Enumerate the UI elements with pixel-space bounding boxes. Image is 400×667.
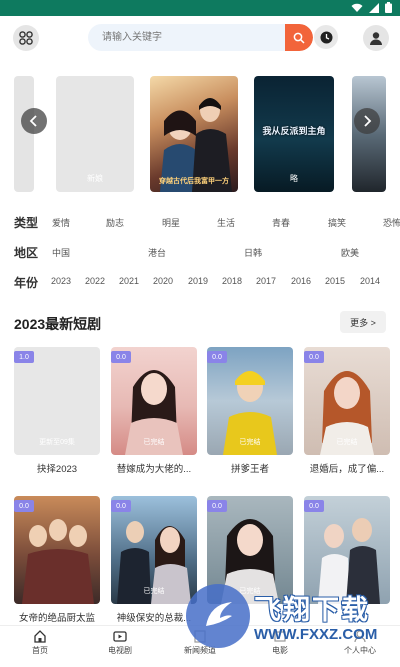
nav-home[interactable]: 首页 xyxy=(10,629,70,656)
top-bar xyxy=(0,16,400,60)
drama-card[interactable]: 0.0 已完结 拼爹王者 xyxy=(207,347,293,475)
carousel-next-button[interactable] xyxy=(354,108,380,134)
filter-option[interactable]: 生活 xyxy=(217,216,235,229)
search-icon xyxy=(293,32,305,44)
signal-icon xyxy=(369,2,379,13)
filter-option[interactable]: 励志 xyxy=(106,216,124,229)
filter-option[interactable]: 2022 xyxy=(85,276,105,286)
carousel-prev-button[interactable] xyxy=(21,108,47,134)
search-button[interactable] xyxy=(285,24,313,51)
filter-option[interactable]: 2014 xyxy=(360,276,380,286)
filter-option[interactable]: 中国 xyxy=(52,246,70,259)
category-grid-button[interactable] xyxy=(13,25,39,51)
filter-option[interactable]: 爱情 xyxy=(52,216,70,229)
rating-badge: 0.0 xyxy=(207,500,227,512)
filter-option[interactable]: 2023 xyxy=(51,276,71,286)
banner-slide[interactable] xyxy=(352,76,386,192)
episode-status: 已完结 xyxy=(143,439,165,446)
poster-art xyxy=(22,519,94,604)
banner-slide[interactable]: 穿越古代后我富甲一方 xyxy=(150,76,238,192)
filter-label-region: 地区 xyxy=(14,246,39,260)
rating-badge: 0.0 xyxy=(111,500,131,512)
filter-label-year: 年份 xyxy=(14,276,39,290)
filter-option[interactable]: 港台 xyxy=(148,246,166,259)
rating-badge: 1.0 xyxy=(14,351,34,363)
status-bar xyxy=(0,0,400,16)
nav-label: 电视剧 xyxy=(108,646,132,655)
drama-card[interactable]: 0.0 已完结 替嫁成为大佬的... xyxy=(111,347,197,475)
rating-badge: 0.0 xyxy=(304,500,324,512)
chevron-right-icon xyxy=(364,115,372,127)
filter-option[interactable]: 2021 xyxy=(119,276,139,286)
banner-slide[interactable]: 新娘 xyxy=(56,76,134,192)
drama-card[interactable]: 0.0 女帝的绝品厨太监 xyxy=(14,496,100,624)
banner-title-art: 我从反派到主角 xyxy=(262,126,326,136)
drama-title: 退婚后，成了偏... xyxy=(309,464,385,475)
drama-poster-art xyxy=(160,98,232,192)
drama-poster: 0.0 已完结 xyxy=(304,347,390,455)
more-button[interactable]: 更多 > xyxy=(340,311,386,333)
user-icon xyxy=(370,32,382,45)
tv-icon xyxy=(113,631,127,642)
banner-caption: 穿越古代后我富甲一方 xyxy=(159,178,229,185)
episode-status: 更新至09集 xyxy=(39,439,75,446)
filter-option[interactable]: 2016 xyxy=(291,276,311,286)
drama-poster: 0.0 已完结 xyxy=(207,347,293,455)
user-button[interactable] xyxy=(363,25,389,51)
filter-row-type: 类型 爱情 励志 明星 生活 青春 搞笑 恐怖 xyxy=(0,212,400,232)
banner-slide[interactable] xyxy=(14,76,34,192)
filter-option[interactable]: 明星 xyxy=(162,216,180,229)
drama-title: 替嫁成为大佬的... xyxy=(116,464,192,475)
filter-row-region: 地区 中国 港台 日韩 欧美 xyxy=(0,242,400,262)
filter-option[interactable]: 2018 xyxy=(222,276,242,286)
battery-icon xyxy=(385,2,392,13)
banner-carousel[interactable]: 新娘 穿越古代后我富甲一方 我从反派到主角 略 xyxy=(0,72,400,196)
rating-badge: 0.0 xyxy=(304,351,324,363)
site-watermark: 飞翔下载 WWW.FXXZ.COM xyxy=(180,580,395,664)
drama-poster: 0.0 xyxy=(14,496,100,604)
chevron-left-icon xyxy=(29,115,37,127)
watermark-logo xyxy=(186,584,250,648)
episode-status: 已完结 xyxy=(239,439,261,446)
grid-icon xyxy=(19,31,33,45)
drama-title: 女帝的绝品厨太监 xyxy=(18,613,95,624)
banner-slide[interactable]: 我从反派到主角 略 xyxy=(254,76,334,192)
wing-icon xyxy=(206,602,232,626)
nav-label: 首页 xyxy=(32,646,48,655)
rating-badge: 0.0 xyxy=(14,500,34,512)
filter-option[interactable]: 2019 xyxy=(188,276,208,286)
clock-icon xyxy=(320,31,332,43)
watermark-brand: 飞翔下载 xyxy=(254,595,370,625)
episode-status: 已完结 xyxy=(336,439,358,446)
wifi-icon xyxy=(351,3,363,12)
watermark-url: WWW.FXXZ.COM xyxy=(254,626,378,643)
drama-title: 抉择2023 xyxy=(36,464,78,475)
filter-option[interactable]: 欧美 xyxy=(341,246,359,259)
rating-badge: 0.0 xyxy=(111,351,131,363)
drama-poster: 0.0 已完结 xyxy=(111,347,197,455)
filter-option[interactable]: 2015 xyxy=(325,276,345,286)
filter-option[interactable]: 日韩 xyxy=(244,246,262,259)
filter-option[interactable]: 2017 xyxy=(256,276,276,286)
banner-caption: 新娘 xyxy=(87,174,103,183)
drama-title: 拼爹王者 xyxy=(230,464,269,475)
filter-option[interactable]: 搞笑 xyxy=(328,216,346,229)
filter-row-year: 年份 2023 2022 2021 2020 2019 2018 2017 20… xyxy=(0,272,400,292)
banner-caption: 略 xyxy=(290,174,298,183)
drama-card[interactable]: 0.0 已完结 退婚后，成了偏... xyxy=(304,347,390,475)
drama-poster: 1.0 更新至09集 xyxy=(14,347,100,455)
search-bar xyxy=(88,24,313,51)
rating-badge: 0.0 xyxy=(207,351,227,363)
filter-option[interactable]: 2020 xyxy=(153,276,173,286)
search-input[interactable] xyxy=(102,24,282,51)
home-icon xyxy=(34,630,46,643)
nav-tv-series[interactable]: 电视剧 xyxy=(90,629,150,656)
filter-option[interactable]: 恐怖 xyxy=(383,216,400,229)
history-button[interactable] xyxy=(314,25,338,49)
section-title: 2023最新短剧 xyxy=(14,316,102,332)
drama-card[interactable]: 1.0 更新至09集 抉择2023 xyxy=(14,347,100,475)
filter-label-type: 类型 xyxy=(14,216,39,230)
filter-option[interactable]: 青春 xyxy=(272,216,290,229)
